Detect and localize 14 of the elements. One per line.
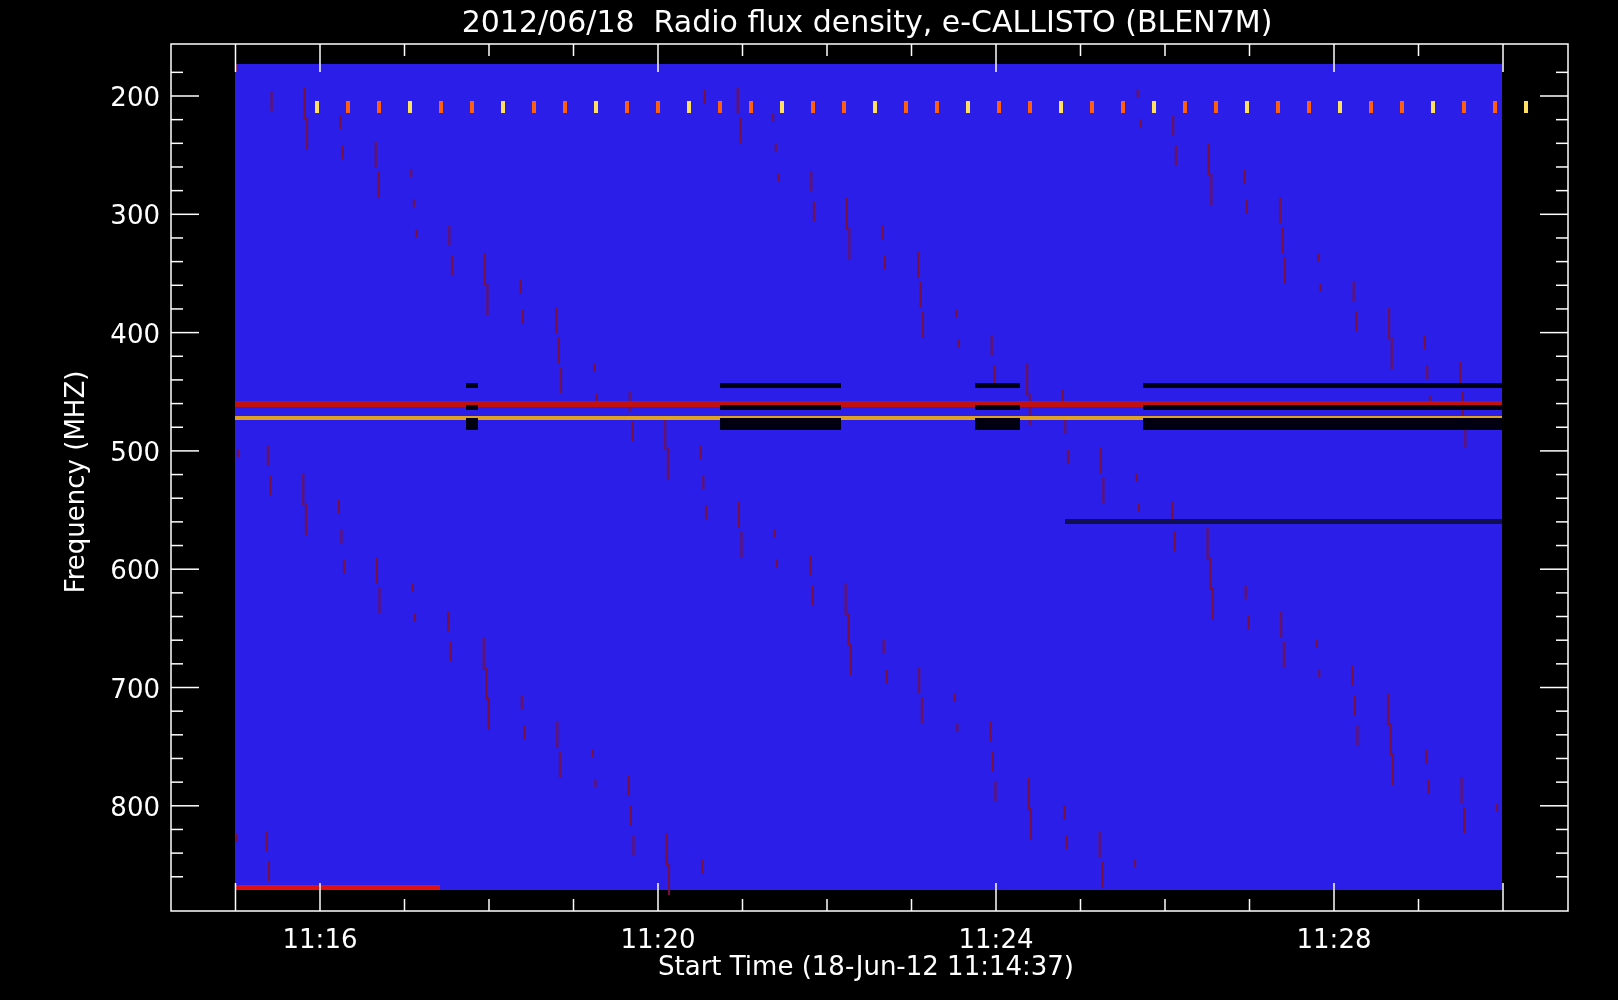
y-tick-label: 400 xyxy=(110,318,160,349)
y-tick-label: 700 xyxy=(110,673,160,704)
x-tick-label: 11:16 xyxy=(282,924,358,954)
y-tick-label: 300 xyxy=(110,200,160,231)
x-tick-label: 11:28 xyxy=(1296,924,1372,954)
chart-title: 2012/06/18 Radio flux density, e-CALLISTO (BLEN7M) xyxy=(461,4,1273,39)
y-tick-label: 500 xyxy=(110,436,160,467)
y-tick-label: 600 xyxy=(110,555,160,586)
x-axis-label: Start Time (18-Jun-12 11:14:37) xyxy=(658,951,1074,981)
y-tick-label: 800 xyxy=(110,791,160,822)
y-axis-label: Frequency (MHZ) xyxy=(60,370,90,594)
x-tick-label: 11:20 xyxy=(620,924,696,954)
x-tick-label: 11:24 xyxy=(958,924,1034,954)
y-tick-label: 200 xyxy=(110,82,160,112)
